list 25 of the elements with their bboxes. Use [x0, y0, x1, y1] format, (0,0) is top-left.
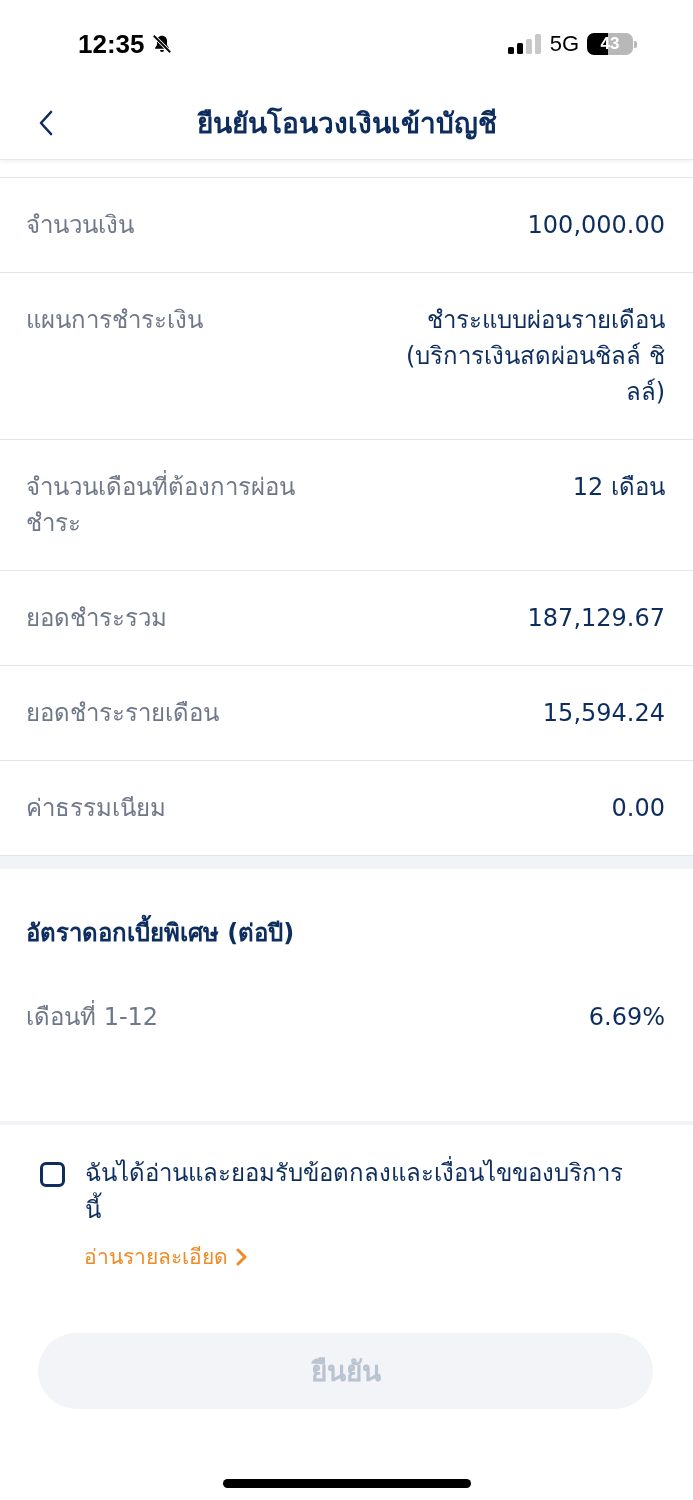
signal-icon — [507, 34, 542, 54]
detail-label: จำนวนเงิน — [26, 210, 135, 241]
detail-label: จำนวนเดือนที่ต้องการผ่อนชำระ — [26, 469, 344, 541]
page-title: ยืนยันโอนวงเงินเข้าบัญชี — [196, 105, 497, 142]
detail-label: ค่าธรรมเนียม — [26, 793, 167, 824]
section-title: อัตราดอกเบี้ยพิเศษ (ต่อปี) — [26, 915, 665, 951]
detail-value: 100,000.00 — [527, 210, 665, 241]
rate-value: 6.69% — [588, 1002, 665, 1033]
agreement-text: ฉันได้อ่านและยอมรับข้อตกลงและเงื่อนไขของบริการนี้ — [85, 1155, 629, 1229]
detail-value: 15,594.24 — [542, 698, 665, 729]
detail-value: ชำระแบบผ่อนรายเดือน (บริการเงินสดผ่อนชิลล์ ชิลล์) — [405, 305, 665, 408]
read-details-link[interactable]: อ่านรายละเอียด — [84, 1241, 247, 1273]
chevron-right-icon — [236, 1248, 247, 1266]
detail-value: 12 เดือน — [572, 472, 665, 503]
detail-label: แผนการชำระเงิน — [26, 305, 204, 336]
network-type: 5G — [549, 31, 579, 57]
status-time: 12:35 — [78, 28, 145, 60]
rate-label: เดือนที่ 1-12 — [26, 999, 159, 1035]
agreement-checkbox[interactable] — [40, 1162, 65, 1187]
detail-label: ยอดชำระรายเดือน — [26, 698, 220, 729]
bell-slash-icon — [150, 33, 173, 55]
detail-value: 187,129.67 — [527, 603, 665, 634]
detail-label: ยอดชำระรวม — [26, 603, 168, 634]
back-chevron-icon — [38, 109, 54, 136]
detail-value: 0.00 — [611, 793, 665, 824]
